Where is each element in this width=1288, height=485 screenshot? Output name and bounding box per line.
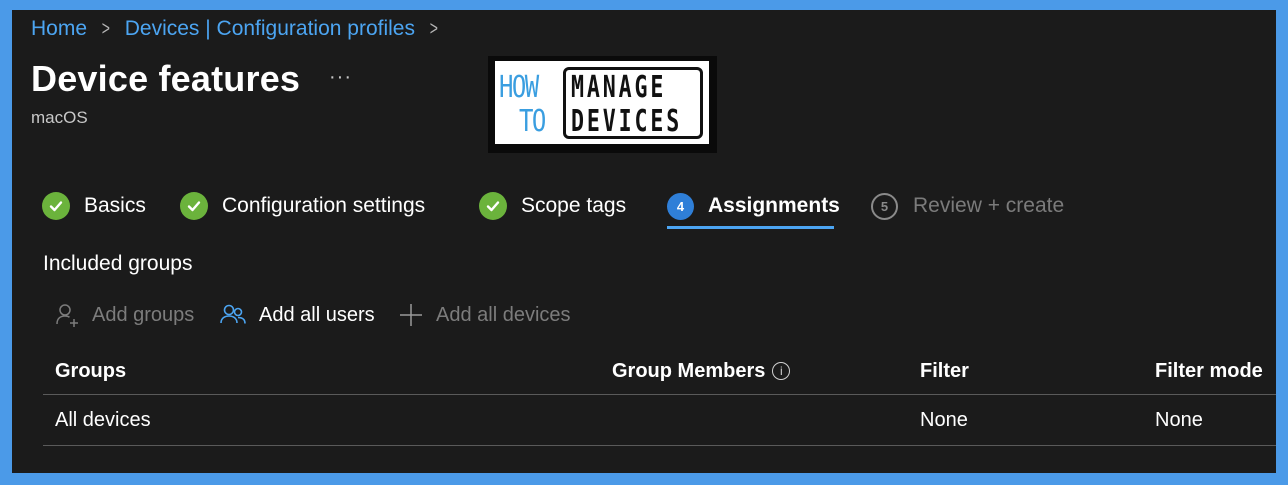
add-all-devices-label: Add all devices [436, 303, 571, 326]
check-circle-icon [180, 192, 208, 220]
people-icon [220, 304, 246, 324]
add-groups-label: Add groups [92, 303, 195, 326]
column-header-filter-mode[interactable]: Filter mode [1155, 348, 1263, 394]
column-header-label: Filter [920, 359, 969, 382]
app-frame: Home > Devices | Configuration profiles … [12, 10, 1276, 473]
step-label: Assignments [708, 194, 840, 217]
breadcrumb-home[interactable]: Home [31, 17, 87, 41]
table-header-row: Groups Group Members i Filter Filter mod… [43, 348, 1276, 395]
table-row[interactable]: All devices None None [43, 395, 1276, 446]
assignments-table: Groups Group Members i Filter Filter mod… [43, 348, 1276, 446]
step-label: Basics [84, 194, 146, 217]
step-label: Scope tags [521, 194, 627, 217]
column-header-group-members[interactable]: Group Members i [612, 348, 791, 394]
logo-word-devices: DEVICES [571, 104, 683, 139]
check-circle-icon [479, 192, 507, 220]
breadcrumb-configuration-profiles[interactable]: Devices | Configuration profiles [125, 17, 415, 41]
step-label: Configuration settings [222, 194, 426, 217]
logo-background: HOW TO MANAGE DEVICES [495, 61, 709, 144]
column-header-label: Groups [55, 359, 127, 382]
step-number-badge: 4 [667, 192, 694, 220]
cell-group: All devices [55, 408, 151, 431]
logo-word-to: TO [519, 104, 546, 139]
plus-icon [400, 304, 422, 326]
chevron-right-icon: > [101, 17, 110, 40]
step-configuration-settings[interactable]: Configuration settings [180, 186, 425, 226]
more-options-button[interactable]: ··· [329, 66, 352, 89]
page-subtitle: macOS [31, 108, 88, 127]
step-number-badge: 5 [871, 192, 898, 220]
logo-word-how: HOW [499, 70, 539, 105]
add-all-users-button[interactable]: Add all users [219, 298, 375, 332]
step-basics[interactable]: Basics [42, 186, 146, 226]
add-all-users-label: Add all users [259, 303, 375, 326]
step-label: Review + create [913, 194, 1065, 217]
column-header-label: Filter mode [1155, 359, 1263, 382]
active-step-indicator [667, 226, 834, 229]
column-header-groups[interactable]: Groups [55, 348, 126, 394]
check-circle-icon [42, 192, 70, 220]
add-groups-button[interactable]: Add groups [54, 298, 194, 332]
page-title: Device features [31, 58, 301, 99]
chevron-right-icon: > [429, 17, 438, 40]
step-review-create: 5 Review + create [871, 186, 1064, 226]
add-person-icon [56, 304, 78, 327]
logo-word-manage: MANAGE [571, 70, 667, 105]
how-to-manage-devices-logo: HOW TO MANAGE DEVICES [488, 56, 717, 153]
breadcrumb: Home > Devices | Configuration profiles … [31, 16, 453, 42]
wizard-steps: Basics Configuration settings Scope tags… [42, 186, 1142, 226]
info-icon[interactable]: i [772, 362, 791, 380]
cell-filter-mode: None [1155, 408, 1203, 431]
add-all-devices-button[interactable]: Add all devices [398, 298, 571, 332]
column-header-filter[interactable]: Filter [920, 348, 969, 394]
column-header-label: Group Members [612, 359, 766, 382]
cell-filter[interactable]: None [920, 395, 968, 445]
step-scope-tags[interactable]: Scope tags [479, 186, 626, 226]
step-assignments[interactable]: 4 Assignments [667, 186, 840, 226]
section-title: Included groups [43, 252, 193, 275]
